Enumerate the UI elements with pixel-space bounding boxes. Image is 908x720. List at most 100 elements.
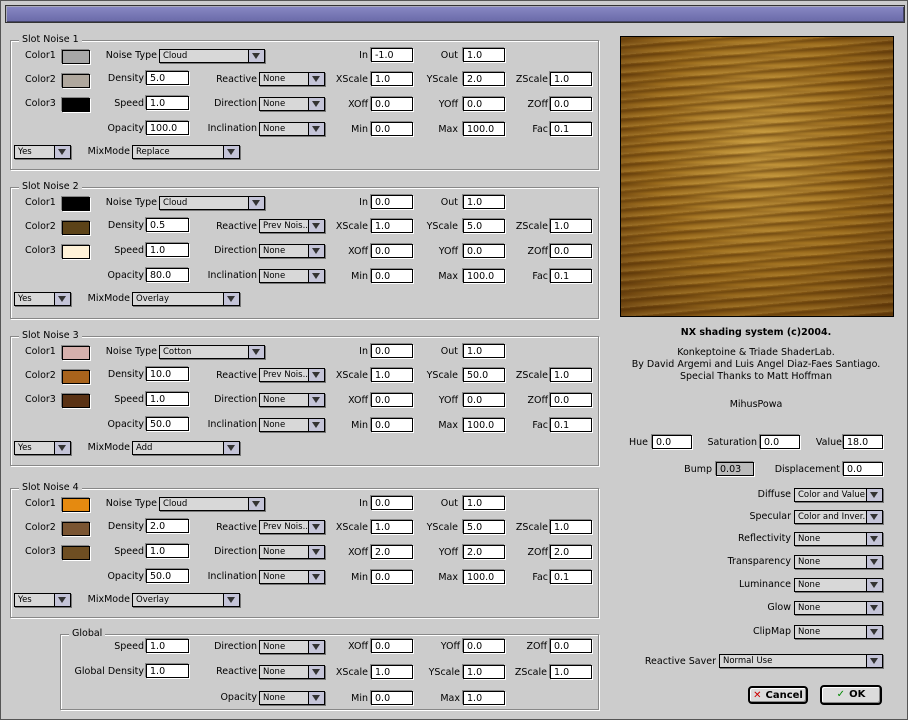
slot1-xscale-field[interactable]: 1.0 — [371, 72, 413, 86]
slot3-xscale-field[interactable]: 1.0 — [371, 368, 413, 382]
bump-field[interactable]: 0.03 — [716, 462, 754, 476]
slot2-min-field[interactable]: 0.0 — [371, 269, 413, 283]
slot1-color3-swatch[interactable] — [62, 98, 90, 112]
global-min-field[interactable]: 0.0 — [371, 691, 413, 705]
slot3-out-field[interactable]: 1.0 — [463, 344, 505, 358]
slot4-opacity-field[interactable]: 50.0 — [146, 569, 189, 583]
slot4-color1-swatch[interactable] — [62, 498, 90, 512]
slot2-density-field[interactable]: 0.5 — [146, 218, 189, 232]
slot1-inclination-popup[interactable]: None — [259, 122, 325, 136]
slot4-color3-swatch[interactable] — [62, 546, 90, 560]
slot4-min-field[interactable]: 0.0 — [371, 570, 413, 584]
saturation-field[interactable]: 0.0 — [760, 435, 800, 449]
slot3-color2-swatch[interactable] — [62, 370, 90, 384]
displacement-field[interactable]: 0.0 — [843, 462, 883, 476]
slot1-noise-type-popup[interactable]: Cloud — [159, 49, 265, 63]
slot2-mixmode-popup[interactable]: Overlay — [132, 292, 240, 306]
slot3-enabled-popup[interactable]: Yes — [14, 441, 71, 455]
slot2-inclination-popup[interactable]: None — [259, 269, 325, 283]
slot1-in-field[interactable]: -1.0 — [371, 48, 413, 62]
slot3-zscale-field[interactable]: 1.0 — [550, 368, 592, 382]
slot3-inclination-popup[interactable]: None — [259, 418, 325, 432]
slot4-speed-field[interactable]: 1.0 — [146, 544, 189, 558]
slot4-zscale-field[interactable]: 1.0 — [550, 520, 592, 534]
channel-transparency-popup[interactable]: None — [794, 555, 883, 569]
global-zscale-field[interactable]: 1.0 — [550, 665, 592, 679]
slot4-xoff-field[interactable]: 2.0 — [371, 545, 413, 559]
slot4-out-field[interactable]: 1.0 — [463, 496, 505, 510]
global-xscale-field[interactable]: 1.0 — [371, 665, 413, 679]
reactive-saver-popup[interactable]: Normal Use — [719, 654, 883, 668]
slot3-zoff-field[interactable]: 0.0 — [550, 393, 592, 407]
slot3-opacity-field[interactable]: 50.0 — [146, 417, 189, 431]
slot2-opacity-field[interactable]: 80.0 — [146, 268, 189, 282]
slot2-zscale-field[interactable]: 1.0 — [550, 219, 592, 233]
slot3-color1-swatch[interactable] — [62, 346, 90, 360]
slot2-zoff-field[interactable]: 0.0 — [550, 244, 592, 258]
slot4-density-field[interactable]: 2.0 — [146, 519, 189, 533]
slot4-mixmode-popup[interactable]: Overlay — [132, 593, 240, 607]
slot1-yscale-field[interactable]: 2.0 — [463, 72, 505, 86]
slot1-density-field[interactable]: 5.0 — [146, 71, 189, 85]
slot1-min-field[interactable]: 0.0 — [371, 122, 413, 136]
global-opacity-popup[interactable]: None — [259, 691, 325, 705]
slot2-color3-swatch[interactable] — [62, 245, 90, 259]
slot1-opacity-field[interactable]: 100.0 — [146, 121, 189, 135]
slot2-xscale-field[interactable]: 1.0 — [371, 219, 413, 233]
slot1-direction-popup[interactable]: None — [259, 97, 325, 111]
slot1-zoff-field[interactable]: 0.0 — [550, 97, 592, 111]
slot4-xscale-field[interactable]: 1.0 — [371, 520, 413, 534]
slot2-yoff-field[interactable]: 0.0 — [463, 244, 505, 258]
title-bar[interactable] — [5, 5, 905, 23]
slot2-speed-field[interactable]: 1.0 — [146, 243, 189, 257]
slot4-fac-field[interactable]: 0.1 — [550, 570, 592, 584]
slot3-fac-field[interactable]: 0.1 — [550, 418, 592, 432]
slot4-inclination-popup[interactable]: None — [259, 570, 325, 584]
slot1-color1-swatch[interactable] — [62, 50, 90, 64]
slot4-in-field[interactable]: 0.0 — [371, 496, 413, 510]
slot3-yscale-field[interactable]: 50.0 — [463, 368, 505, 382]
slot4-reactive-popup[interactable]: Prev Nois... — [259, 520, 325, 534]
slot4-max-field[interactable]: 100.0 — [463, 570, 505, 584]
slot1-color2-swatch[interactable] — [62, 74, 90, 88]
channel-clipmap-popup[interactable]: None — [794, 625, 883, 639]
slot4-color2-swatch[interactable] — [62, 522, 90, 536]
slot2-xoff-field[interactable]: 0.0 — [371, 244, 413, 258]
slot4-yoff-field[interactable]: 2.0 — [463, 545, 505, 559]
slot3-xoff-field[interactable]: 0.0 — [371, 393, 413, 407]
slot3-density-field[interactable]: 10.0 — [146, 367, 189, 381]
slot1-reactive-popup[interactable]: None — [259, 72, 325, 86]
slot3-reactive-popup[interactable]: Prev Nois... — [259, 368, 325, 382]
slot4-noise-type-popup[interactable]: Cloud — [159, 497, 265, 511]
value-field[interactable]: 18.0 — [843, 435, 883, 449]
channel-diffuse-popup[interactable]: Color and Value — [794, 488, 883, 502]
slot1-enabled-popup[interactable]: Yes — [14, 145, 71, 159]
slot2-fac-field[interactable]: 0.1 — [550, 269, 592, 283]
slot1-xoff-field[interactable]: 0.0 — [371, 97, 413, 111]
channel-reflectivity-popup[interactable]: None — [794, 532, 883, 546]
global-reactive-popup[interactable]: None — [259, 665, 325, 679]
slot3-max-field[interactable]: 100.0 — [463, 418, 505, 432]
global-zoff-field[interactable]: 0.0 — [550, 639, 592, 653]
global-max-field[interactable]: 1.0 — [463, 691, 505, 705]
slot4-direction-popup[interactable]: None — [259, 545, 325, 559]
global-yoff-field[interactable]: 0.0 — [463, 639, 505, 653]
slot2-out-field[interactable]: 1.0 — [463, 195, 505, 209]
global-direction-popup[interactable]: None — [259, 640, 325, 654]
slot3-in-field[interactable]: 0.0 — [371, 344, 413, 358]
channel-glow-popup[interactable]: None — [794, 601, 883, 615]
slot2-color1-swatch[interactable] — [62, 197, 90, 211]
slot1-speed-field[interactable]: 1.0 — [146, 96, 189, 110]
channel-luminance-popup[interactable]: None — [794, 578, 883, 592]
slot1-fac-field[interactable]: 0.1 — [550, 122, 592, 136]
hue-field[interactable]: 0.0 — [652, 435, 692, 449]
slot1-max-field[interactable]: 100.0 — [463, 122, 505, 136]
slot1-zscale-field[interactable]: 1.0 — [550, 72, 592, 86]
slot3-noise-type-popup[interactable]: Cotton — [159, 345, 265, 359]
slot2-max-field[interactable]: 100.0 — [463, 269, 505, 283]
slot2-in-field[interactable]: 0.0 — [371, 195, 413, 209]
slot3-speed-field[interactable]: 1.0 — [146, 392, 189, 406]
slot2-enabled-popup[interactable]: Yes — [14, 292, 71, 306]
slot2-yscale-field[interactable]: 5.0 — [463, 219, 505, 233]
slot4-zoff-field[interactable]: 2.0 — [550, 545, 592, 559]
